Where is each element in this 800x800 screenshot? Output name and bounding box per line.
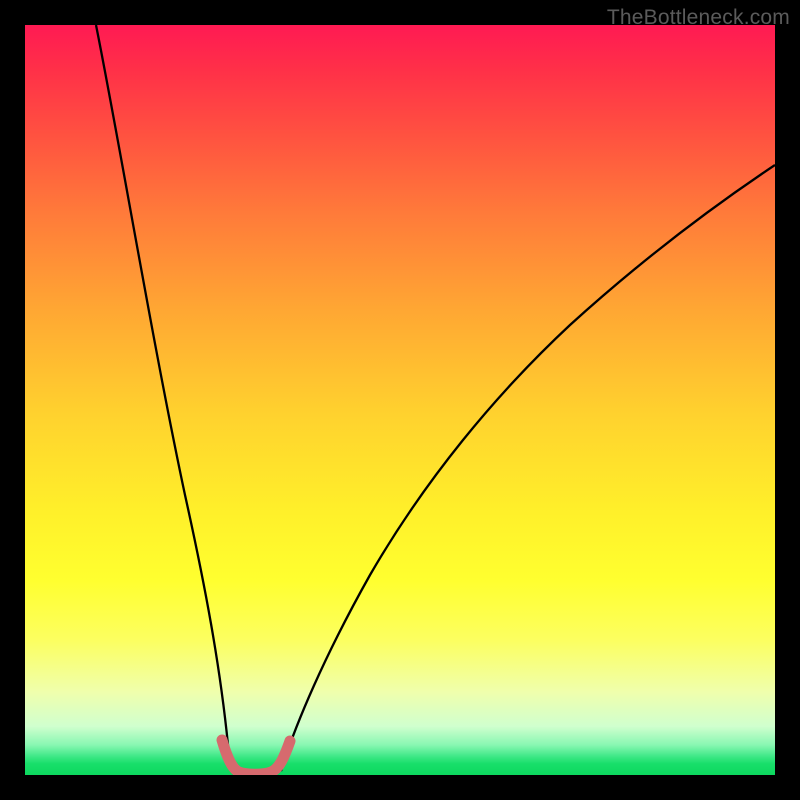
curve-right-branch	[281, 165, 775, 771]
plot-area	[25, 25, 775, 775]
chart-frame: TheBottleneck.com	[0, 0, 800, 800]
bottleneck-curve	[25, 25, 775, 775]
curve-valley-highlight	[222, 740, 290, 774]
curve-left-branch	[96, 25, 231, 771]
watermark-text: TheBottleneck.com	[607, 6, 790, 30]
